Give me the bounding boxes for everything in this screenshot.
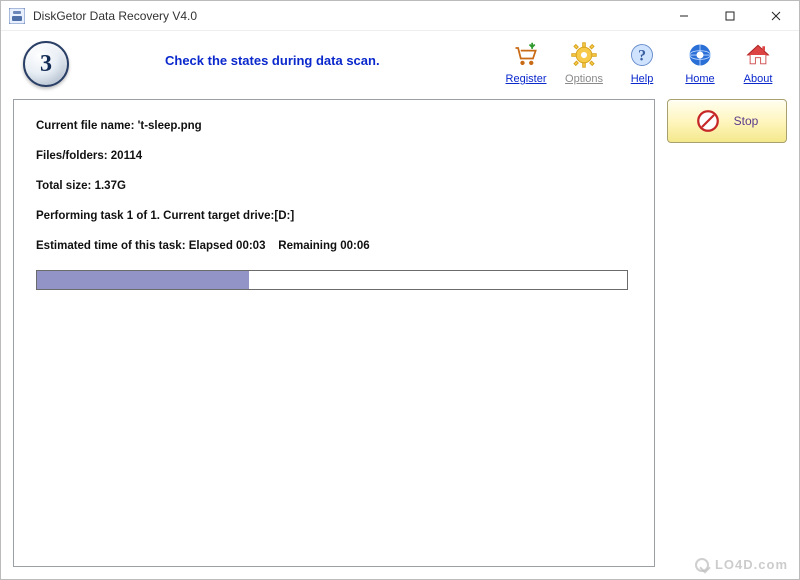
estimated-label: Estimated time of this task:: [36, 240, 186, 252]
help-button[interactable]: ? Help: [617, 39, 667, 85]
progress-bar: [36, 270, 628, 290]
magnifier-icon: [695, 558, 709, 572]
watermark: LO4D.com: [695, 557, 788, 572]
gear-icon: [568, 39, 600, 71]
globe-icon: [684, 39, 716, 71]
step-badge: 3: [23, 41, 69, 87]
files-folders-label: Files/folders:: [36, 150, 108, 162]
about-button[interactable]: About: [733, 39, 783, 85]
elapsed-value: Elapsed 00:03: [189, 240, 266, 252]
watermark-text: LO4D.com: [715, 557, 788, 572]
minimize-button[interactable]: [661, 1, 707, 30]
header-strip: 3 Check the states during data scan. Reg…: [1, 31, 799, 91]
instruction-text: Check the states during data scan.: [85, 39, 501, 68]
cart-icon: [510, 39, 542, 71]
app-icon: [9, 8, 25, 24]
toolbar: Register: [501, 39, 789, 85]
titlebar: DiskGetor Data Recovery V4.0: [1, 1, 799, 31]
maximize-button[interactable]: [707, 1, 753, 30]
current-file-row: Current file name: 't-sleep.png: [36, 120, 632, 132]
app-window: DiskGetor Data Recovery V4.0 3 Check the…: [0, 0, 800, 580]
remaining-value: Remaining 00:06: [278, 240, 369, 252]
svg-text:?: ?: [638, 47, 646, 64]
stop-button[interactable]: Stop: [667, 99, 787, 143]
stop-label: Stop: [734, 114, 759, 128]
help-icon: ?: [626, 39, 658, 71]
house-icon: [742, 39, 774, 71]
home-button[interactable]: Home: [675, 39, 725, 85]
close-button[interactable]: [753, 1, 799, 30]
toolbar-label: Options: [565, 73, 603, 85]
stop-icon: [696, 109, 720, 133]
toolbar-label: About: [744, 73, 773, 85]
step-number: 3: [40, 51, 52, 78]
total-size-value: 1.37G: [95, 180, 126, 192]
total-size-row: Total size: 1.37G: [36, 180, 632, 192]
window-title: DiskGetor Data Recovery V4.0: [33, 9, 661, 23]
estimated-time-row: Estimated time of this task: Elapsed 00:…: [36, 240, 632, 252]
progress-fill: [37, 271, 249, 289]
task-line: Performing task 1 of 1. Current target d…: [36, 210, 632, 222]
toolbar-label: Home: [685, 73, 714, 85]
scan-panel: Current file name: 't-sleep.png Files/fo…: [13, 99, 655, 567]
toolbar-label: Help: [631, 73, 654, 85]
register-button[interactable]: Register: [501, 39, 551, 85]
files-folders-row: Files/folders: 20114: [36, 150, 632, 162]
current-file-label: Current file name:: [36, 120, 134, 132]
window-controls: [661, 1, 799, 30]
content-area: Current file name: 't-sleep.png Files/fo…: [1, 91, 799, 579]
files-folders-value: 20114: [111, 150, 142, 162]
options-button[interactable]: Options: [559, 39, 609, 85]
current-file-value: 't-sleep.png: [138, 120, 202, 132]
total-size-label: Total size:: [36, 180, 91, 192]
side-panel: Stop: [667, 99, 787, 567]
toolbar-label: Register: [506, 73, 547, 85]
